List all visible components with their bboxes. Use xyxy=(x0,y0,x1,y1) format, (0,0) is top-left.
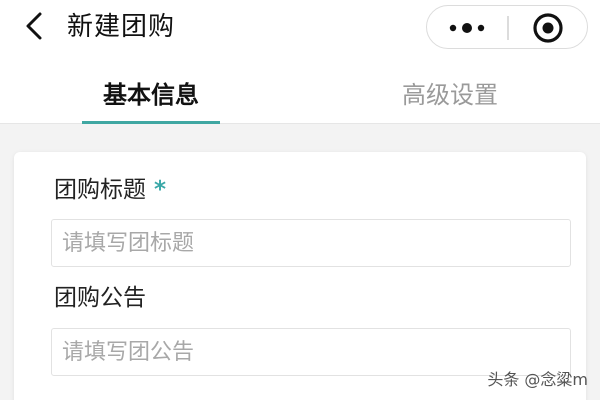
title-field-label-text: 团购标题 xyxy=(54,177,146,203)
required-mark: * xyxy=(154,177,167,203)
top-bar: 新建团购 基本信息 高级设置 xyxy=(0,0,600,124)
close-button[interactable] xyxy=(509,6,587,50)
title-input[interactable] xyxy=(51,219,571,267)
target-circle-icon xyxy=(533,13,563,43)
tab-advanced-settings[interactable]: 高级设置 xyxy=(380,78,520,118)
more-dots-icon xyxy=(449,23,485,33)
mini-program-capsule xyxy=(426,5,588,49)
more-button[interactable] xyxy=(427,6,507,50)
back-button[interactable] xyxy=(18,10,50,42)
watermark-text: 头条 @念粱m xyxy=(487,370,588,389)
form-card: 团购标题 * 团购公告 xyxy=(14,152,586,400)
active-tab-indicator xyxy=(82,121,220,124)
tab-basic-info[interactable]: 基本信息 xyxy=(82,78,220,118)
notice-field-label: 团购公告 xyxy=(54,285,146,311)
chevron-left-icon xyxy=(26,12,42,40)
page: 新建团购 基本信息 高级设置 团购标题 * 请填写团标题 团购公告 请填写团公告… xyxy=(0,0,600,400)
title-field-label: 团购标题 * xyxy=(54,175,166,205)
page-title: 新建团购 xyxy=(67,12,176,42)
